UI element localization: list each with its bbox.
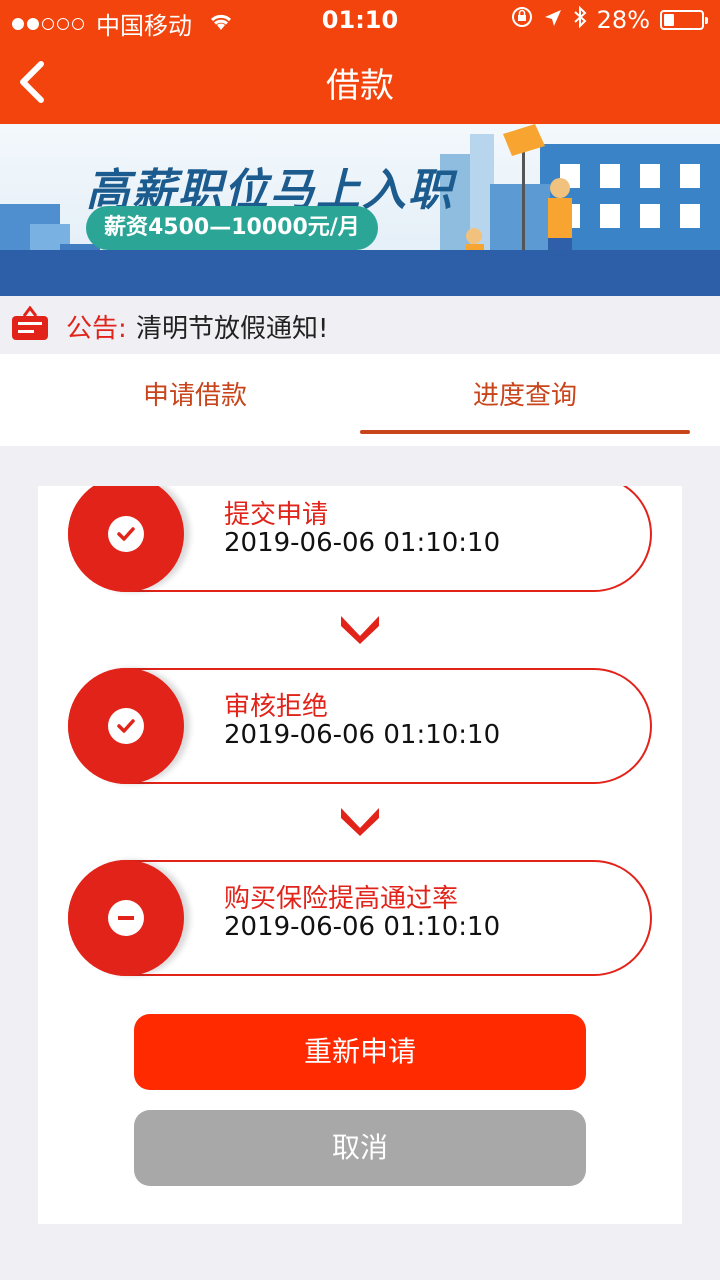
page-title: 借款 xyxy=(326,66,394,106)
tab-apply-loan[interactable]: 申请借款 xyxy=(30,354,360,446)
step-title: 提交申请 xyxy=(224,500,329,530)
chevron-down-icon xyxy=(341,616,379,644)
step-title: 购买保险提高通过率 xyxy=(224,884,459,914)
step-status-badge xyxy=(68,668,184,784)
notice-bar[interactable]: 公告: 清明节放假通知! xyxy=(0,296,720,354)
step-status-badge xyxy=(68,860,184,976)
minus-circle-icon xyxy=(108,900,144,936)
banner-subtitle: 薪资4500—10000元/月 xyxy=(86,206,378,250)
notice-text[interactable]: 清明节放假通知! xyxy=(136,308,328,345)
nav-bar: 借款 xyxy=(0,40,720,124)
status-right: 28% xyxy=(511,5,708,34)
progress-card: 提交申请 2019-06-06 01:10:10 审核拒绝 2019-06-06… xyxy=(38,486,682,1224)
check-circle-icon xyxy=(108,708,144,744)
tab-bar: 申请借款 进度查询 xyxy=(0,354,720,446)
notice-label: 公告: xyxy=(66,314,127,344)
step-time: 2019-06-06 01:10:10 xyxy=(224,912,501,942)
chevron-down-icon xyxy=(341,808,379,836)
step-time: 2019-06-06 01:10:10 xyxy=(224,720,501,750)
promo-banner[interactable]: 高薪职位马上入职 薪资4500—10000元/月 xyxy=(0,124,720,296)
battery-icon xyxy=(660,10,708,30)
orientation-lock-icon xyxy=(511,6,533,34)
step-item: 提交申请 2019-06-06 01:10:10 xyxy=(68,486,652,592)
battery-percent: 28% xyxy=(596,6,650,34)
step-status-badge xyxy=(68,486,184,592)
bluetooth-icon xyxy=(573,5,587,34)
step-title: 审核拒绝 xyxy=(224,692,329,722)
status-bar: 中国移动 01:10 28% xyxy=(0,0,720,40)
cancel-button[interactable]: 取消 xyxy=(134,1110,586,1186)
check-circle-icon xyxy=(108,516,144,552)
battery-fill xyxy=(664,14,675,26)
banner-ground xyxy=(0,250,720,296)
location-icon xyxy=(543,6,563,34)
reapply-button[interactable]: 重新申请 xyxy=(134,1014,586,1090)
step-item: 购买保险提高通过率 2019-06-06 01:10:10 xyxy=(68,860,652,976)
step-item: 审核拒绝 2019-06-06 01:10:10 xyxy=(68,668,652,784)
step-time: 2019-06-06 01:10:10 xyxy=(224,528,501,558)
announcement-icon xyxy=(12,306,48,340)
active-tab-indicator xyxy=(360,430,690,434)
